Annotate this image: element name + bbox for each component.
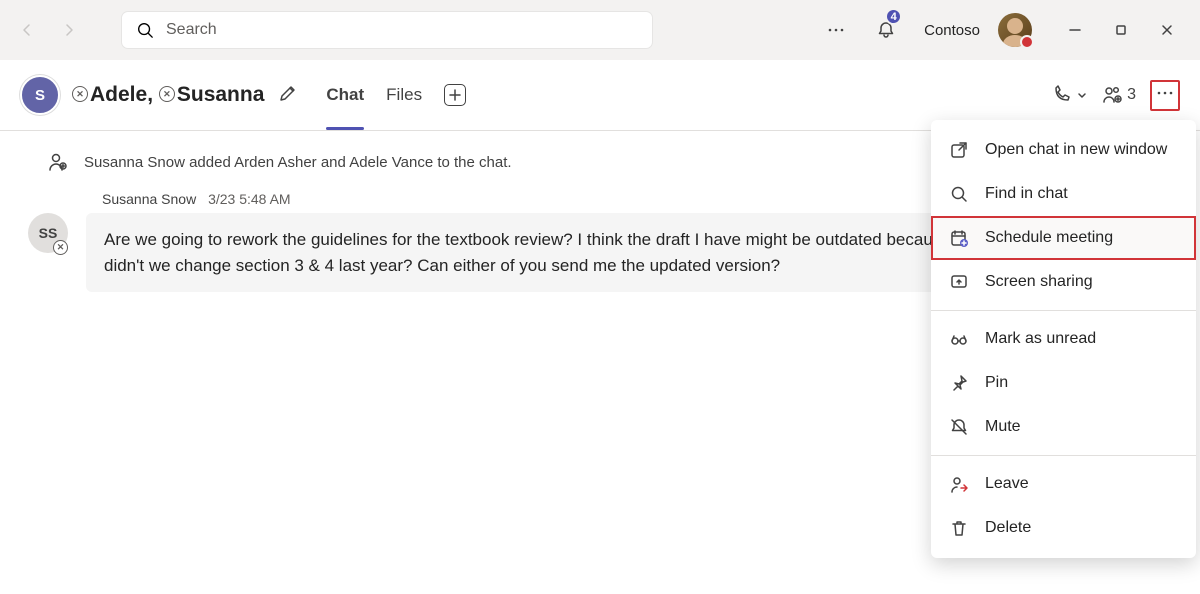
pencil-icon xyxy=(278,83,298,103)
minimize-button[interactable] xyxy=(1052,10,1098,50)
menu-separator xyxy=(931,455,1196,456)
leave-icon xyxy=(949,474,969,494)
external-badge-icon: ✕ xyxy=(72,86,88,102)
menu-delete[interactable]: Delete xyxy=(931,506,1196,550)
call-button[interactable] xyxy=(1051,85,1087,105)
presence-dot-icon xyxy=(1020,35,1034,49)
screen-share-icon xyxy=(949,272,969,292)
nav-forward-button[interactable] xyxy=(52,13,86,47)
message-author-avatar[interactable]: SS ✕ xyxy=(28,213,68,253)
popout-icon xyxy=(949,140,969,160)
tab-files[interactable]: Files xyxy=(386,60,422,130)
chat-header-actions: 3 xyxy=(1051,80,1180,111)
menu-separator xyxy=(931,310,1196,311)
search-icon xyxy=(136,21,154,39)
more-apps-button[interactable] xyxy=(816,10,856,50)
menu-find-in-chat[interactable]: Find in chat xyxy=(931,172,1196,216)
menu-mute[interactable]: Mute xyxy=(931,405,1196,449)
rename-chat-button[interactable] xyxy=(278,83,298,108)
message-author: Susanna Snow xyxy=(102,191,196,207)
menu-mark-unread[interactable]: Mark as unread xyxy=(931,317,1196,361)
chat-title[interactable]: ✕Adele, ✕Susanna xyxy=(72,83,264,107)
system-message-text: Susanna Snow added Arden Asher and Adele… xyxy=(84,154,512,171)
chat-tabs: Chat Files xyxy=(326,60,466,130)
menu-screen-sharing[interactable]: Screen sharing xyxy=(931,260,1196,304)
more-options-menu: Open chat in new window Find in chat Sch… xyxy=(931,120,1196,558)
plus-icon xyxy=(449,89,461,101)
chevron-down-icon xyxy=(1077,90,1087,100)
trash-icon xyxy=(949,518,969,538)
add-tab-button[interactable] xyxy=(444,84,466,106)
menu-schedule-meeting[interactable]: Schedule meeting xyxy=(931,216,1196,260)
search-icon xyxy=(949,184,969,204)
tab-chat[interactable]: Chat xyxy=(326,60,364,130)
menu-leave[interactable]: Leave xyxy=(931,462,1196,506)
close-window-button[interactable] xyxy=(1144,10,1190,50)
chat-avatar[interactable]: S xyxy=(20,75,60,115)
participants-button[interactable]: 3 xyxy=(1101,84,1136,106)
notifications-button[interactable]: 4 xyxy=(866,10,906,50)
menu-pin[interactable]: Pin xyxy=(931,361,1196,405)
bell-off-icon xyxy=(949,417,969,437)
people-add-icon xyxy=(1101,84,1123,106)
external-badge-icon: ✕ xyxy=(159,86,175,102)
nav-back-button[interactable] xyxy=(10,13,44,47)
search-input[interactable]: Search xyxy=(122,12,652,48)
message-timestamp: 3/23 5:48 AM xyxy=(208,191,291,207)
external-badge-icon: ✕ xyxy=(53,240,68,255)
search-placeholder: Search xyxy=(166,21,217,39)
notification-badge: 4 xyxy=(885,8,902,25)
more-icon xyxy=(1156,84,1174,102)
pin-icon xyxy=(949,373,969,393)
participants-count: 3 xyxy=(1127,86,1136,104)
more-options-button[interactable] xyxy=(1150,80,1180,111)
title-bar: Search 4 Contoso xyxy=(0,0,1200,60)
message-bubble[interactable]: Are we going to rework the guidelines fo… xyxy=(86,213,1006,292)
user-avatar[interactable] xyxy=(998,13,1032,47)
calendar-add-icon xyxy=(949,228,969,248)
title-bar-right: 4 Contoso xyxy=(816,10,1190,50)
maximize-button[interactable] xyxy=(1098,10,1144,50)
glasses-icon xyxy=(949,329,969,349)
phone-icon xyxy=(1051,85,1071,105)
org-name[interactable]: Contoso xyxy=(916,22,988,39)
person-add-icon xyxy=(46,151,68,173)
menu-open-new-window[interactable]: Open chat in new window xyxy=(931,128,1196,172)
